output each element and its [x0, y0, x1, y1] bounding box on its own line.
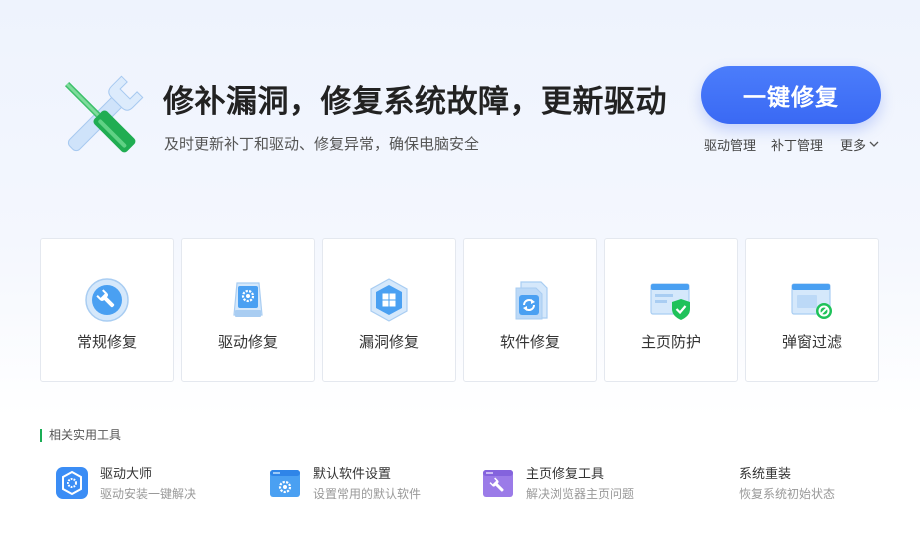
homepage-repair-icon [483, 470, 513, 497]
card-label: 弹窗过滤 [781, 333, 842, 351]
tool-name: 驱动大师 [100, 467, 153, 482]
tool-name: 主页修复工具 [526, 467, 605, 482]
card-popup-filter[interactable]: 弹窗过滤 [745, 238, 879, 382]
card-label: 主页防护 [640, 333, 701, 351]
driver-master-icon [56, 467, 88, 499]
page-subtitle: 及时更新补丁和驱动、修复异常，确保电脑安全 [164, 135, 480, 153]
browser-shield-icon [650, 283, 690, 320]
driver-management-label[interactable]: 驱动管理 [704, 139, 756, 154]
card-label: 常规修复 [76, 333, 137, 351]
card-label: 驱动修复 [217, 333, 278, 351]
tool-desc: 解决浏览器主页问题 [526, 487, 635, 501]
one-click-fix-button[interactable]: 一键修复 [701, 66, 881, 124]
refresh-file-icon [515, 281, 548, 320]
repair-cards: 常规修复 驱动修复 漏洞修复 软件修复 主页防护 弹窗过滤 [40, 238, 879, 382]
default-software-icon [270, 470, 300, 497]
tool-driver-master[interactable]: 驱动大师 驱动安装一键解决 [56, 466, 196, 502]
tool-system-reinstall[interactable]: 系统重装 恢复系统初始状态 [739, 466, 835, 502]
driver-gear-icon [233, 282, 263, 317]
tool-desc: 设置常用的默认软件 [313, 487, 422, 501]
card-driver-repair[interactable]: 驱动修复 [181, 238, 315, 382]
card-homepage-protection[interactable]: 主页防护 [604, 238, 738, 382]
driver-management-link[interactable]: 驱动管理 [704, 135, 756, 154]
patch-management-link[interactable]: 补丁管理 [771, 135, 823, 154]
more-menu[interactable]: 更多 [840, 135, 879, 154]
card-label: 漏洞修复 [358, 333, 419, 351]
popup-block-icon [791, 283, 832, 319]
chevron-down-icon[interactable] [869, 141, 879, 148]
tool-default-software[interactable]: 默认软件设置 设置常用的默认软件 [269, 466, 421, 502]
windows-shield-icon [370, 278, 408, 322]
tool-name: 默认软件设置 [313, 467, 392, 482]
patch-management-label[interactable]: 补丁管理 [771, 139, 823, 154]
tools-section-title: 相关实用工具 [40, 429, 121, 442]
card-software-repair[interactable]: 软件修复 [463, 238, 597, 382]
tool-name: 系统重装 [739, 467, 792, 482]
wrench-screwdriver-icon [52, 70, 150, 166]
tool-homepage-repair[interactable]: 主页修复工具 解决浏览器主页问题 [482, 466, 634, 502]
more-label[interactable]: 更多 [840, 135, 866, 154]
card-regular-repair[interactable]: 常规修复 [40, 238, 174, 382]
wrench-circle-icon [85, 278, 129, 322]
page-title: 修补漏洞，修复系统故障，更新驱动 [163, 84, 667, 120]
tool-desc: 恢复系统初始状态 [739, 487, 836, 501]
card-vulnerability-repair[interactable]: 漏洞修复 [322, 238, 456, 382]
card-label: 软件修复 [499, 333, 560, 351]
tool-desc: 驱动安装一键解决 [100, 487, 197, 501]
